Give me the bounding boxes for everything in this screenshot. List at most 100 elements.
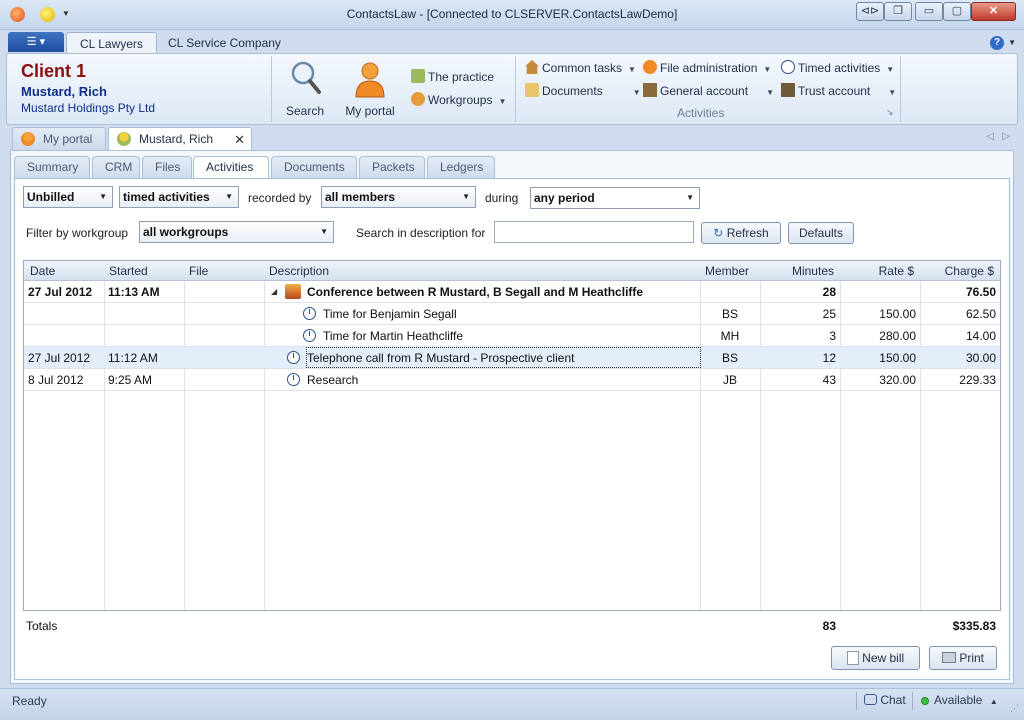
rate-cell: 150.00 (879, 307, 916, 321)
timed-activities-label: Timed activities (798, 61, 881, 75)
minutes-cell: 25 (822, 307, 836, 321)
tab-files[interactable]: Files (142, 156, 192, 178)
documents-label: Documents (542, 84, 603, 98)
activities-grid[interactable]: Date Started File Description Member Min… (23, 260, 1001, 611)
client-name[interactable]: Mustard, Rich (21, 84, 107, 99)
recorded-by-select[interactable]: all members ▼ (321, 186, 476, 208)
description-search-input[interactable] (494, 221, 694, 243)
column-header-minutes[interactable]: Minutes (764, 264, 834, 278)
status-select[interactable]: Unbilled ▼ (23, 186, 113, 208)
column-header-charge[interactable]: Charge $ (924, 264, 994, 278)
ribbon-tab-bar: ☰ ▾ CL Lawyers CL Service Company ? ▼ (0, 30, 1024, 54)
table-row[interactable]: 27 Jul 2012 11:13 AM ◢ Conference betwee… (24, 281, 1000, 303)
ribbon-tab-cl-lawyers[interactable]: CL Lawyers (66, 32, 157, 54)
trust-account-button[interactable]: Trust account ▼ (781, 82, 896, 100)
new-bill-button[interactable]: New bill (831, 646, 920, 670)
workgroups-button[interactable]: Workgroups ▼ (411, 91, 506, 109)
chat-button[interactable]: Chat (864, 693, 906, 707)
chevron-down-icon: ▼ (763, 65, 772, 74)
table-row[interactable]: 27 Jul 2012 11:12 AM Telephone call from… (24, 347, 1000, 369)
table-row[interactable]: Time for Benjamin Segall BS 25 150.00 62… (24, 303, 1000, 325)
availability-button[interactable]: Available ▲ (934, 693, 998, 707)
person-icon (21, 132, 35, 146)
period-select[interactable]: any period ▼ (530, 187, 700, 209)
activity-type-select[interactable]: timed activities ▼ (119, 186, 239, 208)
refresh-label: Refresh (726, 226, 769, 240)
file-administration-button[interactable]: File administration ▼ (643, 59, 771, 77)
extra-window-button[interactable]: ⊲⊳ (856, 2, 884, 21)
bank-icon (643, 83, 657, 97)
print-button[interactable]: Print (929, 646, 997, 670)
chevron-down-icon: ▼ (498, 97, 507, 106)
table-row[interactable]: Time for Martin Heathcliffe MH 3 280.00 … (24, 325, 1000, 347)
column-header-started[interactable]: Started (109, 264, 148, 278)
close-button[interactable]: ✕ (971, 2, 1016, 21)
tab-ledgers[interactable]: Ledgers (427, 156, 495, 178)
help-icon[interactable]: ? (990, 36, 1004, 50)
column-header-file[interactable]: File (189, 264, 208, 278)
tab-documents[interactable]: Documents (271, 156, 357, 178)
doc-tab-my-portal[interactable]: My portal (12, 127, 106, 150)
bank-icon (781, 83, 795, 97)
charge-cell: 14.00 (965, 329, 996, 343)
workgroup-select[interactable]: all workgroups ▼ (139, 221, 334, 243)
the-practice-button[interactable]: The practice (411, 68, 494, 86)
chevron-down-icon: ▼ (320, 227, 328, 236)
ribbon-separator (900, 56, 901, 122)
scroll-right-icon[interactable]: ▷ (1002, 131, 1010, 142)
common-tasks-button[interactable]: Common tasks ▼ (525, 59, 636, 77)
defaults-button[interactable]: Defaults (788, 222, 854, 244)
chat-label: Chat (880, 693, 906, 707)
activities-group-label: Activities (677, 106, 725, 120)
document-tab-bar: My portal Mustard, Rich ✕ ◁ ▷ (10, 126, 1014, 150)
refresh-button[interactable]: ↻ Refresh (701, 222, 781, 244)
close-icon[interactable]: ✕ (234, 128, 245, 151)
magnifier-icon (291, 61, 321, 94)
dialog-launcher-icon[interactable]: ↘ (886, 107, 894, 118)
client-organisation[interactable]: Mustard Holdings Pty Ltd (21, 101, 155, 115)
minimize-button[interactable]: ▭ (915, 2, 943, 21)
app-menu-button[interactable]: ☰ ▾ (8, 32, 64, 52)
recorded-by-label: recorded by (248, 191, 312, 205)
column-header-member[interactable]: Member (705, 264, 749, 278)
search-button[interactable]: Search (281, 58, 329, 120)
description-cell: Time for Martin Heathcliffe (323, 329, 464, 343)
availability-label: Available (934, 693, 983, 707)
column-header-description[interactable]: Description (269, 264, 329, 278)
tab-crm[interactable]: CRM (92, 156, 140, 178)
totals-charge: $335.83 (952, 619, 996, 633)
ribbon-options-icon[interactable]: ▼ (1008, 38, 1016, 47)
workgroup-value: all workgroups (143, 225, 229, 239)
new-bill-label: New bill (862, 651, 905, 665)
collapse-icon[interactable]: ◢ (271, 287, 277, 296)
tab-activities[interactable]: Activities (193, 156, 269, 179)
maximize-button[interactable]: ▢ (943, 2, 971, 21)
stopwatch-icon (781, 60, 795, 74)
totals-minutes: 83 (822, 619, 836, 633)
file-administration-label: File administration (660, 61, 758, 75)
table-row[interactable]: 8 Jul 2012 9:25 AM Research JB 43 320.00… (24, 369, 1000, 391)
doc-tab-mustard-rich[interactable]: Mustard, Rich ✕ (108, 127, 252, 150)
started-cell: 11:13 AM (108, 285, 160, 299)
status-bar: Ready Chat Available ▲ ⋰ (0, 688, 1024, 720)
resize-grip-icon[interactable]: ⋰ (1010, 703, 1019, 714)
common-tasks-label: Common tasks (542, 61, 623, 75)
column-header-rate[interactable]: Rate $ (844, 264, 914, 278)
restore-layout-button[interactable]: ❐ (884, 2, 912, 21)
my-portal-button[interactable]: My portal (339, 58, 401, 120)
printer-icon (941, 652, 956, 663)
member-cell: BS (721, 351, 738, 365)
tab-packets[interactable]: Packets (359, 156, 425, 178)
ribbon-tab-cl-service-company[interactable]: CL Service Company (155, 32, 294, 54)
tab-summary[interactable]: Summary (14, 156, 90, 178)
description-cell: Research (307, 373, 359, 387)
scroll-left-icon[interactable]: ◁ (986, 131, 994, 142)
ribbon-separator (515, 56, 516, 122)
stopwatch-icon (287, 351, 300, 364)
general-account-button[interactable]: General account ▼ (643, 82, 774, 100)
during-label: during (485, 191, 519, 205)
title-bar: ▼ ContactsLaw - [Connected to CLSERVER.C… (0, 0, 1024, 30)
timed-activities-button[interactable]: Timed activities ▼ (781, 59, 894, 77)
documents-button[interactable]: Documents ▼ (525, 82, 641, 100)
column-header-date[interactable]: Date (30, 264, 55, 278)
